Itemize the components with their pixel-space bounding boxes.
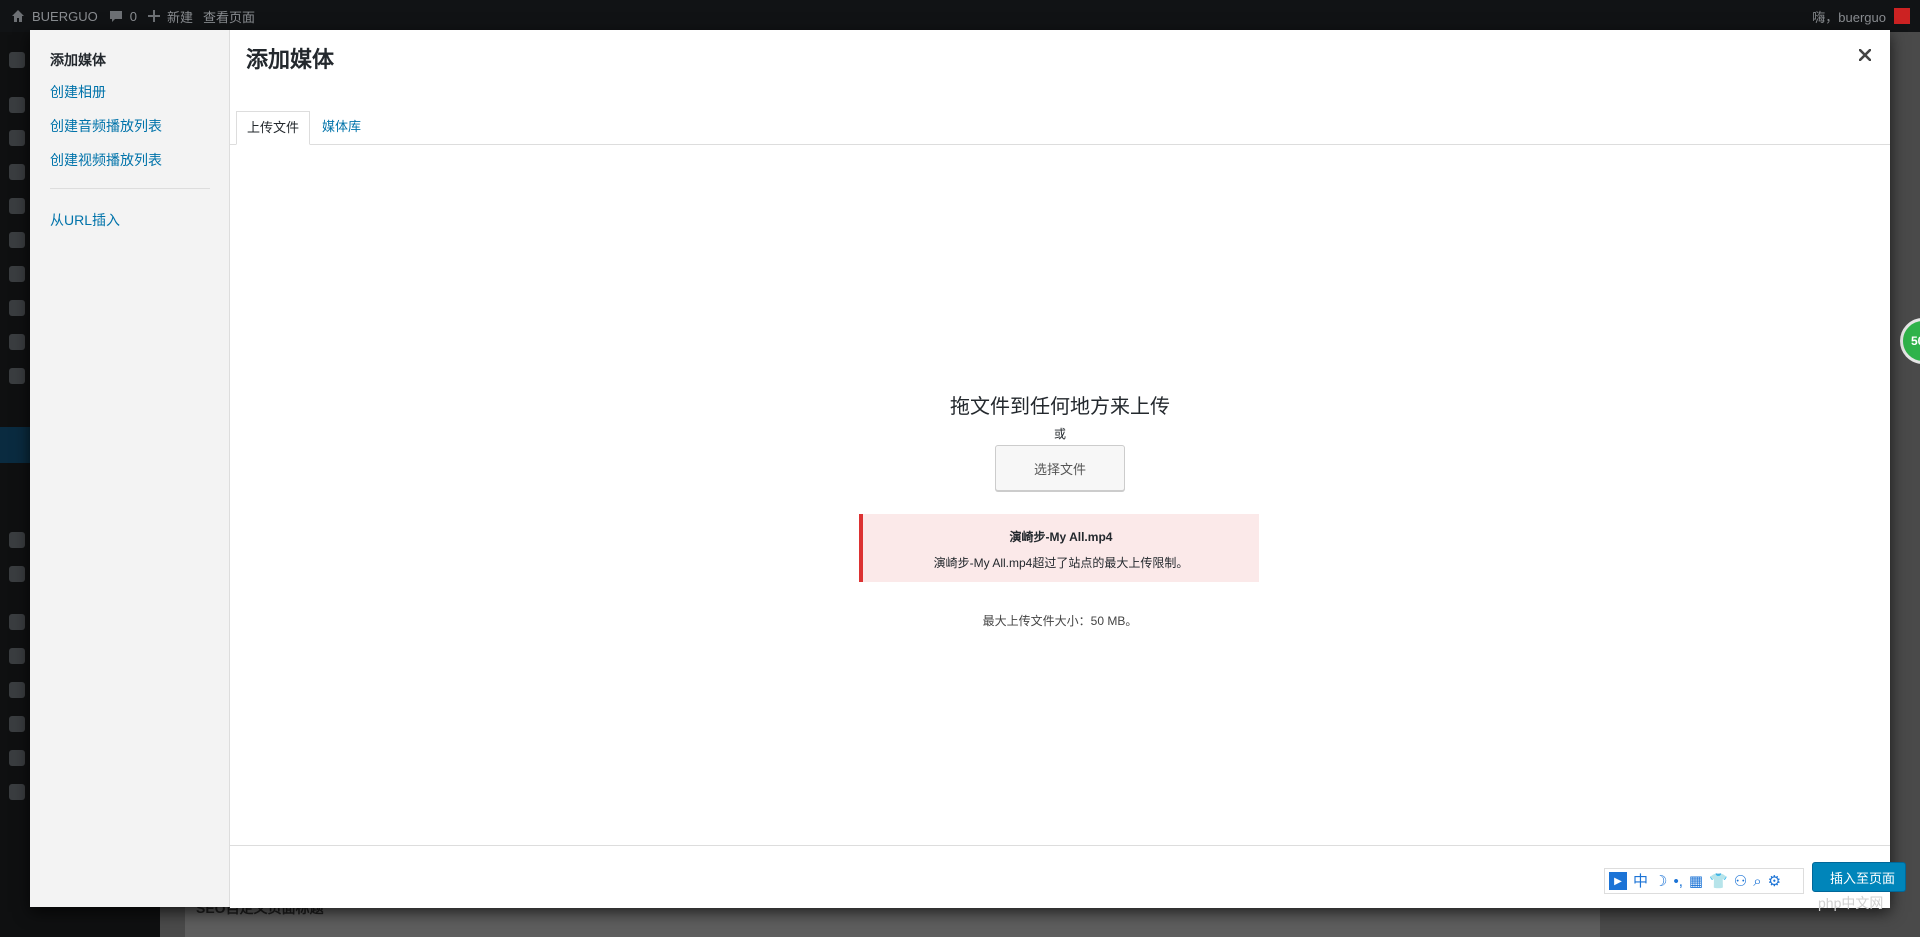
select-files-button[interactable]: 选择文件: [995, 445, 1125, 491]
posts-icon[interactable]: [9, 97, 25, 113]
avatar[interactable]: [1894, 8, 1910, 24]
dashboard-icon[interactable]: [9, 52, 25, 68]
watermark: php中文网: [1818, 895, 1884, 911]
media-icon[interactable]: [9, 130, 25, 146]
video-icon[interactable]: [9, 232, 25, 248]
home-link[interactable]: BUERGUO: [10, 8, 98, 24]
drop-instructions: 拖文件到任何地方来上传: [950, 396, 1170, 418]
comments-count: 0: [129, 8, 137, 24]
stats-icon[interactable]: [9, 532, 25, 548]
home-icon: [12, 10, 24, 22]
user-icon[interactable]: ⚇: [1734, 874, 1747, 889]
admin-bar: BUERGUO 0 新建 查看页面 嗨，buerguo: [0, 0, 1920, 32]
menu-separator: [50, 188, 210, 189]
cart-icon[interactable]: [9, 266, 25, 282]
comments-link[interactable]: 0: [108, 8, 137, 24]
settings-icon[interactable]: [9, 750, 25, 766]
view-page-label: 查看页面: [202, 9, 255, 25]
menu-item-create-gallery[interactable]: 创建相册: [50, 82, 106, 102]
menu-item-create-audio-playlist[interactable]: 创建音频播放列表: [50, 116, 162, 136]
tab-media-library[interactable]: 媒体库: [312, 111, 371, 143]
menu-item-insert-from-url[interactable]: 从URL插入: [50, 210, 120, 230]
keyboard-icon[interactable]: ▦: [1689, 874, 1703, 889]
view-page-link[interactable]: 查看页面: [203, 7, 255, 26]
modal-tabs: 上传文件 媒体库: [230, 80, 1890, 145]
ime-logo-icon[interactable]: ▶: [1609, 872, 1627, 890]
punctuation-icon[interactable]: •,: [1673, 874, 1682, 889]
or-text: 或: [1053, 427, 1066, 441]
plugins-icon[interactable]: [9, 648, 25, 664]
link-icon[interactable]: [9, 300, 25, 316]
modal-title: 添加媒体: [246, 47, 335, 72]
site-name: BUERGUO: [32, 8, 98, 24]
max-upload-size: 最大上传文件大小：50 MB。: [982, 614, 1138, 628]
pages-menu-active[interactable]: [0, 427, 30, 463]
close-button[interactable]: [1852, 42, 1878, 68]
ime-chinese-toggle[interactable]: 中: [1633, 874, 1648, 889]
globe-icon[interactable]: [9, 334, 25, 350]
upload-area[interactable]: 拖文件到任何地方来上传 或 选择文件 演崎步-My All.mp4 演崎步-My…: [230, 145, 1890, 875]
gear-icon[interactable]: ⚙: [1768, 874, 1781, 889]
insert-into-page-button[interactable]: 插入至页面: [1812, 862, 1906, 892]
error-filename: 演崎步-My All.mp4: [1009, 530, 1113, 544]
collapse-icon[interactable]: [9, 784, 25, 800]
skin-icon[interactable]: 👕: [1709, 874, 1728, 889]
comment-sidebar-icon[interactable]: [9, 566, 25, 582]
audio-icon[interactable]: [9, 164, 25, 180]
error-message: 演崎步-My All.mp4超过了站点的最大上传限制。: [933, 556, 1189, 570]
media-menu: 添加媒体 创建相册 创建音频播放列表 创建视频播放列表 从URL插入: [30, 30, 230, 907]
tab-upload-files[interactable]: 上传文件: [236, 111, 311, 145]
search-icon[interactable]: ⌕: [1753, 874, 1761, 889]
half-width-icon[interactable]: ☽: [1654, 874, 1667, 889]
menu-item-add-media[interactable]: 添加媒体: [50, 50, 106, 70]
menu-item-create-video-playlist[interactable]: 创建视频播放列表: [50, 150, 162, 170]
new-content-link[interactable]: 新建: [147, 7, 193, 26]
tools-icon[interactable]: [9, 716, 25, 732]
close-icon: [1859, 49, 1871, 61]
new-label: 新建: [166, 9, 193, 25]
plus-icon: [147, 10, 160, 22]
comment-icon: [109, 11, 122, 22]
page-icon[interactable]: [9, 368, 25, 384]
appearance-icon[interactable]: [9, 614, 25, 630]
modal-header: 添加媒体: [230, 30, 1890, 80]
media-modal: 添加媒体 创建相册 创建音频播放列表 创建视频播放列表 从URL插入 添加媒体 …: [30, 30, 1906, 908]
ime-toolbar[interactable]: ▶ 中 ☽ •, ▦ 👕 ⚇ ⌕ ⚙: [1604, 868, 1804, 894]
image-icon[interactable]: [9, 198, 25, 214]
upload-error-notice: 演崎步-My All.mp4 演崎步-My All.mp4超过了站点的最大上传限…: [859, 514, 1259, 582]
users-icon[interactable]: [9, 682, 25, 698]
greeting[interactable]: 嗨，buerguo: [1812, 7, 1886, 26]
